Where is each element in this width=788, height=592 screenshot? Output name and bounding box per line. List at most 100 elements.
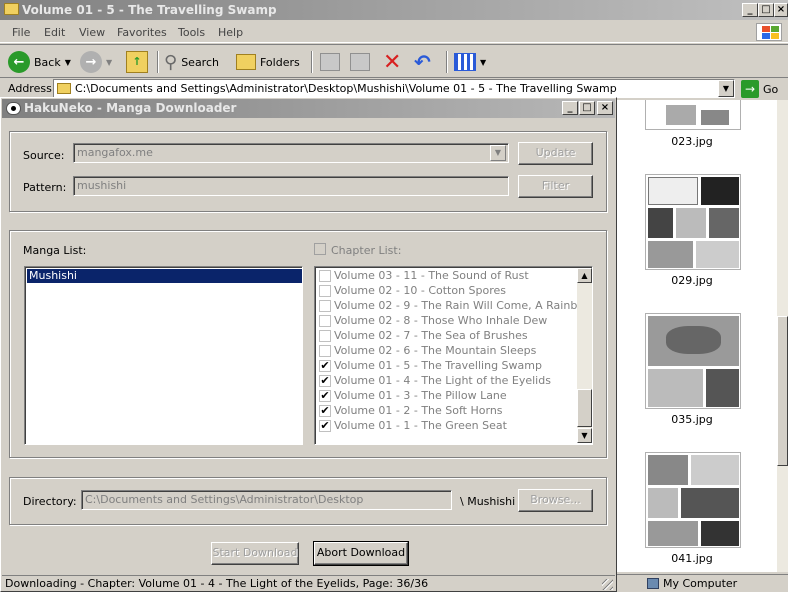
source-select[interactable]: mangafox.me	[73, 143, 509, 163]
folders-label: Folders	[260, 55, 300, 69]
directory-value: C:\Documents and Settings\Administrator\…	[85, 493, 364, 506]
chapter-row[interactable]: ✔ Volume 01 - 1 - The Green Seat	[317, 419, 577, 434]
scroll-down-icon[interactable]: ▼	[577, 428, 592, 443]
maximize-icon[interactable]: □	[579, 101, 595, 115]
up-folder-button[interactable]: ↑	[126, 50, 148, 74]
chevron-down-icon: ▼	[64, 57, 71, 67]
update-button[interactable]: Update	[518, 142, 593, 165]
start-download-button[interactable]: Start Download	[211, 542, 299, 565]
manga-list[interactable]: Mushishi	[24, 266, 303, 445]
scrollbar-thumb[interactable]	[777, 316, 788, 466]
source-label: Source:	[23, 149, 65, 162]
views-button[interactable]: ▼	[454, 50, 486, 74]
chapter-checkbox[interactable]	[319, 345, 331, 357]
explorer-title-bar[interactable]: Volume 01 - 5 - The Travelling Swamp _ □…	[0, 0, 788, 20]
chapter-row[interactable]: ✔ Volume 01 - 3 - The Pillow Lane	[317, 389, 577, 404]
chevron-down-icon: ▼	[106, 57, 113, 67]
resize-grip-icon[interactable]	[602, 579, 613, 590]
chapter-checkbox[interactable]	[319, 315, 331, 327]
toolbar-separator	[311, 51, 313, 73]
hakuneko-status-bar: Downloading - Chapter: Volume 01 - 4 - T…	[2, 575, 615, 591]
pattern-value: mushishi	[77, 179, 127, 192]
chapter-row[interactable]: Volume 03 - 11 - The Sound of Rust	[317, 269, 577, 284]
menu-help[interactable]: Help	[218, 26, 243, 39]
menu-view[interactable]: View	[79, 26, 105, 39]
chapter-checkbox[interactable]: ✔	[319, 390, 331, 402]
chapter-checkbox[interactable]: ✔	[319, 420, 331, 432]
list-item[interactable]: Mushishi	[27, 269, 302, 283]
chapter-list[interactable]: Volume 03 - 11 - The Sound of Rust Volume…	[314, 266, 593, 445]
chapter-title: Volume 02 - 8 - Those Who Inhale Dew	[334, 314, 548, 327]
hakuneko-title: HakuNeko - Manga Downloader	[24, 101, 237, 115]
chapter-row[interactable]: Volume 02 - 6 - The Mountain Sleeps	[317, 344, 577, 359]
chapter-checkbox[interactable]	[319, 300, 331, 312]
chapter-checkbox[interactable]	[319, 285, 331, 297]
menu-tools[interactable]: Tools	[178, 26, 205, 39]
copy-to-icon	[350, 53, 370, 71]
close-icon[interactable]: ×	[597, 101, 613, 115]
explorer-scrollbar[interactable]	[777, 100, 788, 572]
toolbar-separator	[446, 51, 448, 73]
directory-input[interactable]: C:\Documents and Settings\Administrator\…	[81, 490, 452, 510]
hakuneko-title-bar[interactable]: HakuNeko - Manga Downloader _ □ ×	[2, 99, 615, 118]
directory-label: Directory:	[23, 495, 77, 508]
address-field[interactable]: C:\Documents and Settings\Administrator\…	[53, 79, 735, 98]
chapter-checkbox[interactable]: ✔	[319, 405, 331, 417]
folders-button[interactable]: Folders	[236, 50, 300, 74]
file-name: 029.jpg	[671, 274, 713, 287]
chapter-row[interactable]: Volume 02 - 7 - The Sea of Brushes	[317, 329, 577, 344]
address-dropdown-icon[interactable]: ▼	[718, 80, 734, 97]
go-button[interactable]: → Go	[741, 80, 778, 98]
filter-button[interactable]: Filter	[518, 175, 593, 198]
chapter-checkbox[interactable]: ✔	[319, 360, 331, 372]
move-to-button[interactable]	[320, 50, 340, 74]
file-thumbnails-pane[interactable]: 023.jpg 029.jpg 035.jpg 041.jpg	[617, 100, 777, 572]
chapter-title: Volume 01 - 4 - The Light of the Eyelids	[334, 374, 551, 387]
chevron-down-icon[interactable]: ▼	[490, 145, 506, 161]
chapter-checkbox[interactable]	[319, 330, 331, 342]
pattern-input[interactable]: mushishi	[73, 176, 509, 196]
hakuneko-window: HakuNeko - Manga Downloader _ □ × Source…	[0, 97, 617, 592]
chapter-row[interactable]: Volume 02 - 10 - Cotton Spores	[317, 284, 577, 299]
chapter-row[interactable]: ✔ Volume 01 - 5 - The Travelling Swamp	[317, 359, 577, 374]
menu-favorites[interactable]: Favorites	[117, 26, 167, 39]
delete-button[interactable]: ✕	[383, 50, 401, 75]
file-name: 035.jpg	[671, 413, 713, 426]
menu-file[interactable]: File	[12, 26, 30, 39]
browse-button[interactable]: Browse...	[518, 489, 593, 512]
maximize-icon[interactable]: □	[758, 3, 774, 17]
chapter-row[interactable]: Volume 02 - 8 - Those Who Inhale Dew	[317, 314, 577, 329]
windows-logo-icon	[756, 23, 782, 41]
minimize-icon[interactable]: _	[742, 3, 758, 17]
chapter-row[interactable]: ✔ Volume 01 - 4 - The Light of the Eyelid…	[317, 374, 577, 389]
manga-list-label: Manga List:	[23, 244, 87, 257]
abort-download-button[interactable]: Abort Download	[313, 541, 409, 566]
chapter-title: Volume 02 - 6 - The Mountain Sleeps	[334, 344, 537, 357]
chapter-title: Volume 01 - 3 - The Pillow Lane	[334, 389, 507, 402]
go-label: Go	[763, 82, 779, 96]
chapter-title: Volume 02 - 7 - The Sea of Brushes	[334, 329, 528, 342]
go-arrow-icon: →	[741, 80, 759, 98]
scroll-up-icon[interactable]: ▲	[577, 268, 592, 283]
chapter-row[interactable]: Volume 02 - 9 - The Rain Will Come, A Ra…	[317, 299, 592, 314]
menu-edit[interactable]: Edit	[44, 26, 65, 39]
back-button[interactable]: ← Back ▼	[8, 50, 71, 74]
forward-button[interactable]: → ▼	[80, 50, 112, 74]
copy-to-button[interactable]	[350, 50, 370, 74]
chapter-list-checkbox[interactable]	[314, 243, 326, 255]
undo-icon: ↶	[414, 50, 431, 74]
search-button[interactable]: ⚲ Search	[164, 50, 219, 74]
explorer-toolbar: ← Back ▼ → ▼ ↑ ⚲ Search Folders ✕ ↶ ▼	[0, 44, 788, 78]
close-icon[interactable]: ×	[774, 3, 788, 17]
hakuneko-app-icon	[6, 102, 21, 115]
minimize-icon[interactable]: _	[562, 101, 578, 115]
views-icon	[454, 53, 476, 71]
chapter-row[interactable]: ✔ Volume 01 - 2 - The Soft Horns	[317, 404, 577, 419]
undo-button[interactable]: ↶	[414, 50, 431, 74]
scrollbar-thumb[interactable]	[577, 389, 592, 427]
address-label: Address	[8, 82, 52, 95]
chapter-checkbox[interactable]	[319, 270, 331, 282]
chapter-checkbox[interactable]: ✔	[319, 375, 331, 387]
chapter-list-scrollbar[interactable]: ▲ ▼	[577, 268, 592, 443]
file-name: 041.jpg	[671, 552, 713, 565]
